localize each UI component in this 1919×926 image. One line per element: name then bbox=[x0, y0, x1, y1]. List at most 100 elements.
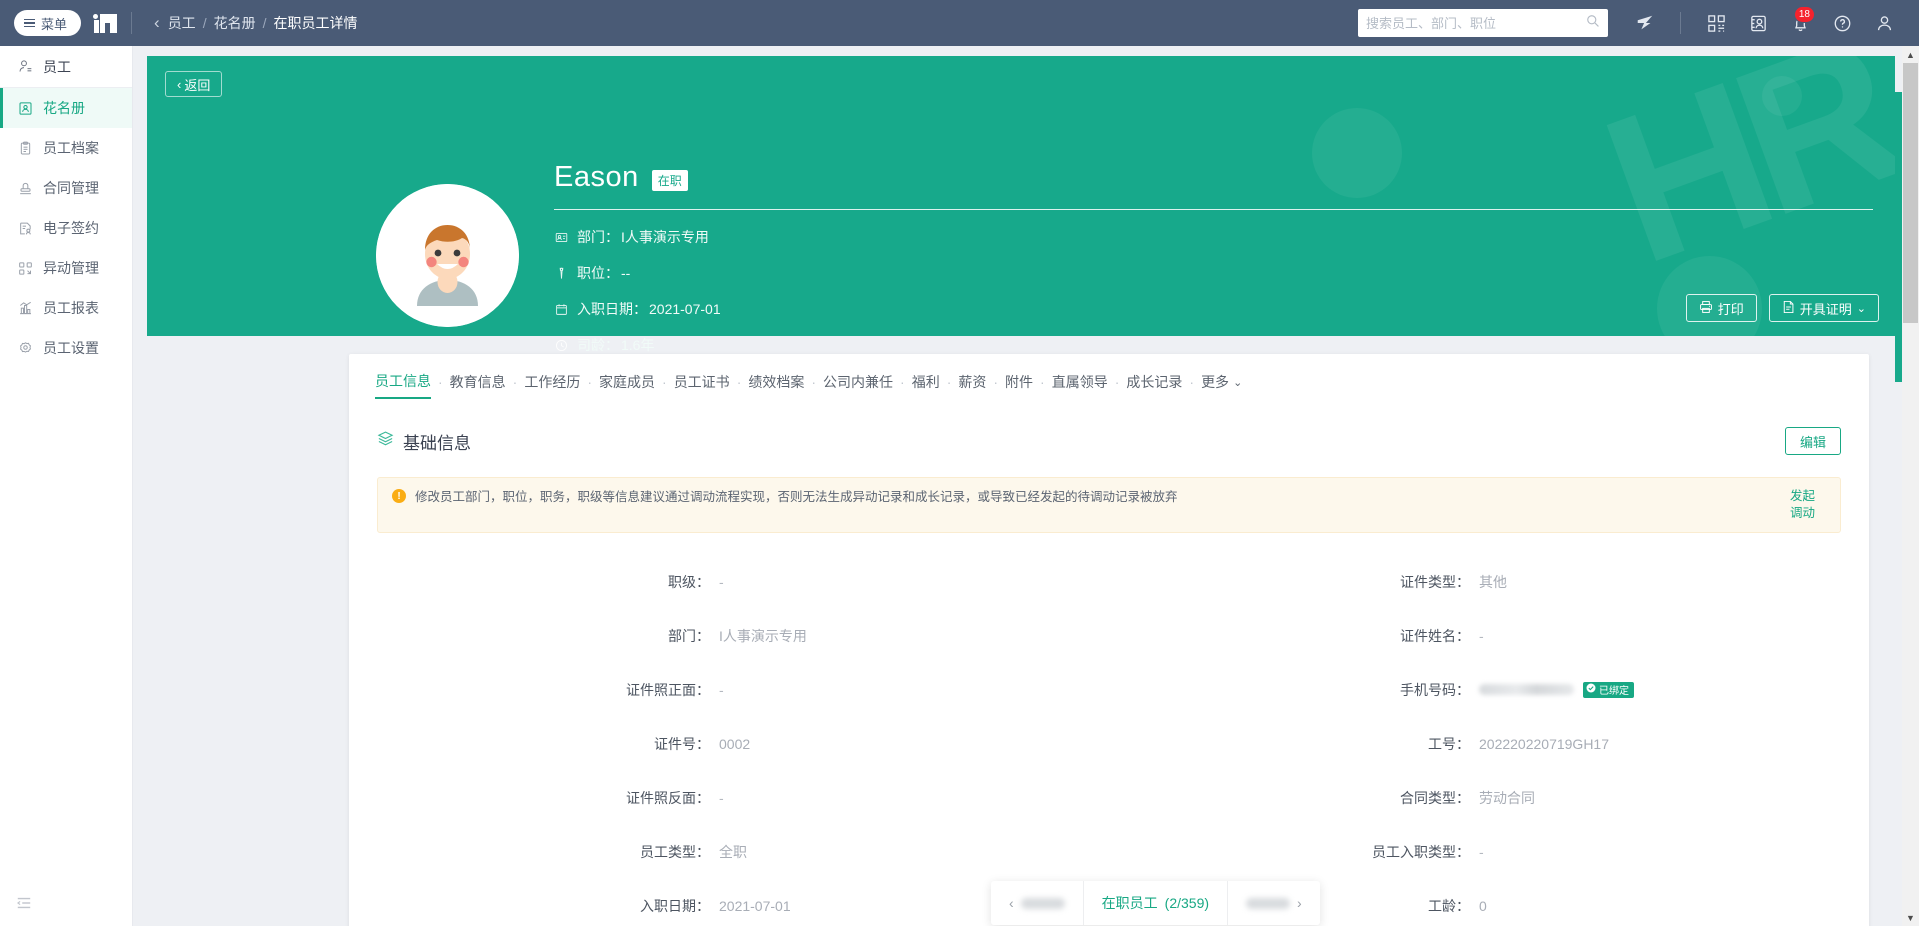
menu-button[interactable]: 菜单 bbox=[14, 10, 81, 36]
phone-bound-badge: 已绑定 bbox=[1583, 682, 1634, 698]
esign-icon bbox=[17, 221, 34, 236]
tab-employee-info[interactable]: 员工信息 bbox=[375, 371, 431, 399]
breadcrumb-item-1[interactable]: 花名册 bbox=[214, 13, 256, 33]
menu-button-label: 菜单 bbox=[41, 14, 67, 33]
scrollbar-thumb[interactable] bbox=[1903, 63, 1918, 323]
pagination-current[interactable]: 在职员工 (2/359) bbox=[1083, 881, 1227, 925]
qrcode-icon[interactable] bbox=[1695, 0, 1737, 46]
sidebar-item-reports[interactable]: 员工报表 bbox=[0, 288, 132, 328]
back-button[interactable]: ‹ 返回 bbox=[165, 71, 222, 97]
pagination-prev[interactable]: ‹ bbox=[991, 881, 1083, 925]
meta-tenure: 司龄： 1.6年 bbox=[554, 335, 1879, 355]
field-department: 部门： I人事演示专用 bbox=[349, 609, 1109, 663]
bell-icon[interactable]: 18 bbox=[1779, 0, 1821, 46]
sidebar-item-label: 员工报表 bbox=[43, 298, 99, 318]
decor-circle-3 bbox=[1762, 76, 1802, 116]
tab-benefits[interactable]: 福利 bbox=[912, 372, 940, 398]
pagination-next[interactable]: › bbox=[1227, 881, 1320, 925]
field-value: 2021-07-01 bbox=[719, 898, 791, 914]
sidebar-item-label: 合同管理 bbox=[43, 178, 99, 198]
meta-value: I人事演示专用 bbox=[621, 227, 709, 247]
tab-direct-manager[interactable]: 直属领导 bbox=[1052, 372, 1108, 398]
sidebar-item-label: 员工设置 bbox=[43, 338, 99, 358]
field-value: - bbox=[1479, 628, 1484, 644]
tab-internal-concurrent[interactable]: 公司内兼任 bbox=[823, 372, 893, 398]
chevron-right-icon: › bbox=[1297, 895, 1302, 911]
field-label: 员工类型： bbox=[349, 842, 719, 862]
tab-separator: · bbox=[1115, 374, 1120, 396]
sidebar-item-employee-file[interactable]: 员工档案 bbox=[0, 128, 132, 168]
breadcrumb-separator: / bbox=[263, 15, 267, 31]
hero-divider bbox=[554, 209, 1873, 210]
help-icon[interactable] bbox=[1821, 0, 1863, 46]
roster-icon bbox=[17, 101, 34, 116]
tab-more[interactable]: 更多 ⌄ bbox=[1201, 372, 1242, 398]
avatar bbox=[376, 184, 519, 327]
sidebar-item-esign[interactable]: 电子签约 bbox=[0, 208, 132, 248]
tab-growth-record[interactable]: 成长记录 bbox=[1126, 372, 1182, 398]
section-title-label: 基础信息 bbox=[403, 429, 471, 454]
global-search[interactable] bbox=[1358, 9, 1608, 37]
field-value: - bbox=[719, 682, 724, 698]
issue-certificate-button[interactable]: 开具证明 ⌄ bbox=[1769, 294, 1879, 322]
employee-name-row: Eason 在职 bbox=[554, 161, 1879, 194]
scroll-up-arrow[interactable]: ▲ bbox=[1902, 46, 1919, 63]
back-arrow-icon[interactable]: ‹ bbox=[146, 13, 168, 33]
tab-performance[interactable]: 绩效档案 bbox=[748, 372, 804, 398]
sidebar-item-contract[interactable]: 合同管理 bbox=[0, 168, 132, 208]
field-employee-number: 工号： 202220220719GH17 bbox=[1109, 717, 1869, 771]
tab-more-label: 更多 bbox=[1201, 372, 1229, 392]
pagination-count: (2/359) bbox=[1165, 895, 1209, 911]
meta-department: 部门： I人事演示专用 bbox=[554, 227, 1879, 247]
edit-button[interactable]: 编辑 bbox=[1785, 427, 1841, 455]
tab-separator: · bbox=[811, 374, 816, 396]
sidebar-item-roster[interactable]: 花名册 bbox=[0, 88, 132, 128]
search-icon[interactable] bbox=[1586, 14, 1600, 33]
field-id-photo-front: 证件照正面： - bbox=[349, 663, 1109, 717]
search-input[interactable] bbox=[1366, 16, 1586, 31]
field-label: 合同类型： bbox=[1109, 788, 1479, 808]
tab-education-info[interactable]: 教育信息 bbox=[450, 372, 506, 398]
breadcrumb-item-0[interactable]: 员工 bbox=[168, 13, 196, 33]
field-value: - bbox=[719, 790, 724, 806]
field-value: 全职 bbox=[719, 842, 747, 862]
meta-value: 1.6年 bbox=[621, 335, 654, 355]
field-label: 工号： bbox=[1109, 734, 1479, 754]
initiate-transfer-link[interactable]: 发起调动 bbox=[1790, 488, 1826, 522]
field-label: 证件照正面： bbox=[349, 680, 719, 700]
menu-icon bbox=[24, 19, 35, 28]
tab-work-experience[interactable]: 工作经历 bbox=[524, 372, 580, 398]
tab-salary[interactable]: 薪资 bbox=[958, 372, 986, 398]
tab-bar: 员工信息 · 教育信息 · 工作经历 · 家庭成员 · 员工证书 · 绩效档案 … bbox=[349, 354, 1869, 399]
tab-separator: · bbox=[737, 374, 742, 396]
tab-attachments[interactable]: 附件 bbox=[1005, 372, 1033, 398]
sidebar-collapse-icon[interactable] bbox=[16, 895, 32, 916]
department-icon bbox=[554, 231, 569, 244]
sidebar-item-transfer[interactable]: 异动管理 bbox=[0, 248, 132, 288]
sidebar-item-settings[interactable]: 员工设置 bbox=[0, 328, 132, 368]
document-icon bbox=[1782, 300, 1795, 317]
pagination-next-label bbox=[1246, 898, 1290, 909]
tab-family-members[interactable]: 家庭成员 bbox=[599, 372, 655, 398]
issue-certificate-label: 开具证明 bbox=[1800, 299, 1852, 318]
check-circle-icon bbox=[1586, 683, 1596, 696]
vertical-scrollbar[interactable]: ▲ ▼ bbox=[1902, 46, 1919, 926]
scroll-down-arrow[interactable]: ▼ bbox=[1902, 909, 1919, 926]
field-mobile-number: 手机号码： 已绑定 bbox=[1109, 663, 1869, 717]
chart-icon bbox=[17, 301, 34, 316]
tab-separator: · bbox=[513, 374, 518, 396]
notification-badge: 18 bbox=[1794, 6, 1815, 23]
field-contract-type: 合同类型： 劳动合同 bbox=[1109, 771, 1869, 825]
user-avatar-icon[interactable] bbox=[1863, 0, 1905, 46]
field-onboarding-type: 员工入职类型： - bbox=[1109, 825, 1869, 879]
sidebar-header-employee[interactable]: 员工 bbox=[0, 46, 132, 88]
chevron-left-icon: ‹ bbox=[177, 77, 181, 92]
contacts-icon[interactable] bbox=[1737, 0, 1779, 46]
chevron-down-icon: ⌄ bbox=[1857, 302, 1866, 315]
print-button[interactable]: 打印 bbox=[1686, 294, 1757, 322]
meta-value: -- bbox=[621, 265, 630, 281]
feather-icon[interactable] bbox=[1624, 0, 1666, 46]
tab-separator: · bbox=[947, 374, 952, 396]
breadcrumb: 员工 / 花名册 / 在职员工详情 bbox=[168, 13, 358, 33]
tab-certificates[interactable]: 员工证书 bbox=[674, 372, 730, 398]
